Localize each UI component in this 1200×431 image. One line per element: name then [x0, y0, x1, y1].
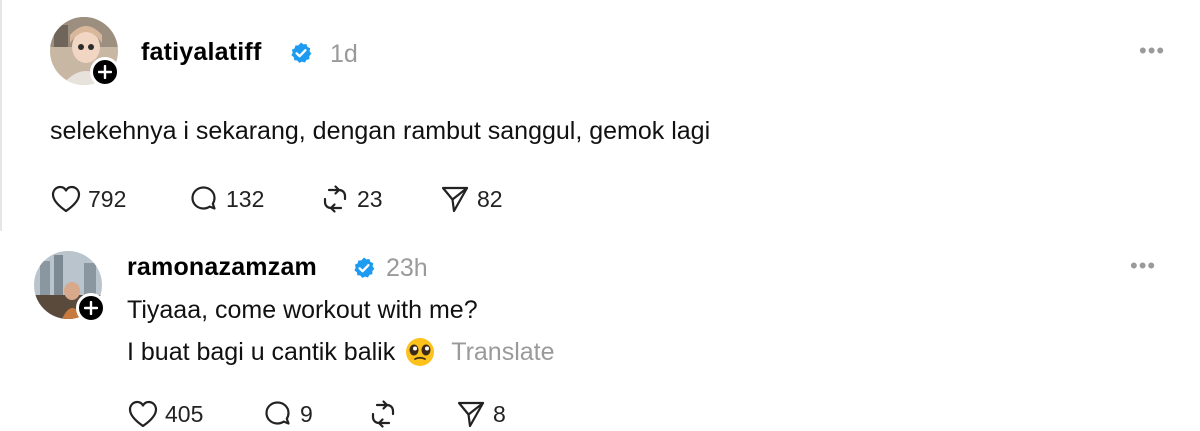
post-fatiyalatiff: fatiyalatiff 1d ••• selekehnya i sekaran… [0, 0, 1200, 231]
verified-badge-icon [354, 257, 375, 278]
send-icon [457, 401, 485, 428]
like-count: 405 [165, 400, 204, 427]
post-time: 1d [330, 40, 358, 68]
more-icon[interactable]: ••• [1139, 38, 1165, 64]
post-ramonazamzam: ramonazamzam 23h ••• Tiyaaa, come workou… [0, 231, 1200, 431]
like-button[interactable]: 405 [127, 399, 203, 429]
comment-icon [191, 186, 216, 210]
share-count: 82 [477, 185, 503, 212]
repost-count: 23 [357, 185, 383, 212]
repost-button[interactable]: 23 [319, 184, 383, 214]
repost-icon [371, 400, 395, 428]
heart-icon [51, 185, 81, 213]
more-icon[interactable]: ••• [1130, 253, 1156, 279]
like-count: 792 [88, 185, 127, 212]
post-text-line1: Tiyaaa, come workout with me? [127, 296, 478, 324]
post-text-line2: I buat bagi u cantik balik [127, 337, 396, 366]
send-icon [441, 186, 469, 213]
reply-count: 9 [300, 400, 313, 427]
avatar-ramonazamzam[interactable] [34, 251, 106, 323]
post-text-line2-row: I buat bagi u cantik balik Translate [127, 337, 555, 367]
reply-count: 132 [226, 185, 265, 212]
reply-button[interactable]: 132 [188, 184, 264, 214]
share-count: 8 [493, 400, 506, 427]
translate-link[interactable]: Translate [451, 338, 554, 367]
username[interactable]: ramonazamzam [127, 253, 317, 282]
pleading-emoji-icon [406, 338, 435, 366]
comment-icon [265, 401, 290, 425]
follow-plus-icon[interactable] [90, 57, 120, 87]
post-time: 23h [386, 254, 428, 282]
share-button[interactable]: 8 [455, 399, 506, 429]
username[interactable]: fatiyalatiff [141, 38, 261, 67]
share-button[interactable]: 82 [439, 184, 503, 214]
repost-button[interactable] [367, 399, 405, 429]
verified-badge-icon [291, 42, 312, 63]
reply-button[interactable]: 9 [262, 399, 313, 429]
post-text: selekehnya i sekarang, dengan rambut san… [50, 117, 711, 145]
heart-icon [128, 400, 158, 428]
avatar-fatiyalatiff[interactable] [50, 17, 120, 87]
like-button[interactable]: 792 [50, 184, 126, 214]
repost-icon [323, 185, 347, 213]
follow-plus-icon[interactable] [76, 293, 106, 323]
